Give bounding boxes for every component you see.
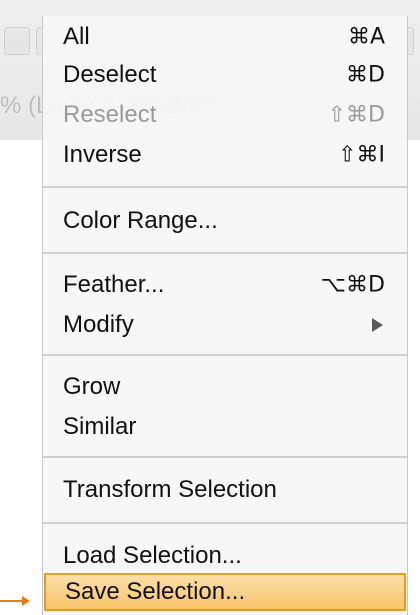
menu-item-label: Similar — [63, 413, 137, 440]
menu-item-label: Color Range... — [63, 207, 218, 234]
menu-item-label: Grow — [63, 373, 121, 400]
menu-item-shortcut: ⌘D — [346, 62, 385, 88]
menu-item-deselect[interactable]: Deselect ⌘D — [43, 56, 407, 94]
menu-item-label: Save Selection... — [65, 578, 246, 605]
select-menu: All ⌘A Deselect ⌘D Reselect ⇧⌘D Inverse … — [42, 16, 408, 615]
menu-item-reselect: Reselect ⇧⌘D — [43, 96, 407, 134]
menu-separator — [43, 186, 407, 188]
menu-item-shortcut: ⌥⌘D — [320, 272, 385, 298]
menu-separator — [43, 354, 407, 356]
menu-item-similar[interactable]: Similar — [43, 408, 407, 446]
menu-item-all[interactable]: All ⌘A — [43, 18, 407, 56]
menu-item-label: All — [63, 23, 90, 50]
menu-separator — [43, 252, 407, 254]
menu-item-label: Deselect — [63, 61, 157, 88]
menu-item-transform-selection[interactable]: Transform Selection — [43, 471, 407, 509]
menu-item-label: Feather... — [63, 271, 165, 298]
menu-item-grow[interactable]: Grow — [43, 368, 407, 406]
background-tool-icon — [4, 27, 30, 55]
menu-item-shortcut: ⌘A — [347, 24, 385, 50]
menu-item-label: Inverse — [63, 141, 142, 168]
arrow-pointer-icon — [0, 596, 30, 606]
menu-item-modify[interactable]: Modify — [43, 306, 407, 344]
menu-item-label: Reselect — [63, 101, 157, 128]
menu-item-feather[interactable]: Feather... ⌥⌘D — [43, 266, 407, 304]
menu-item-save-selection[interactable]: Save Selection... — [44, 573, 406, 611]
menu-item-label: Modify — [63, 311, 134, 338]
menu-separator — [43, 522, 407, 524]
menu-item-label: Transform Selection — [63, 476, 277, 503]
menu-item-color-range[interactable]: Color Range... — [43, 202, 407, 240]
menu-item-shortcut: ⇧⌘I — [338, 142, 385, 168]
triangle-right-icon — [372, 318, 383, 332]
menu-item-inverse[interactable]: Inverse ⇧⌘I — [43, 136, 407, 174]
menu-item-load-selection[interactable]: Load Selection... — [43, 537, 407, 575]
menu-separator — [43, 456, 407, 458]
menu-item-label: Load Selection... — [63, 542, 242, 569]
menu-item-shortcut: ⇧⌘D — [327, 102, 385, 128]
